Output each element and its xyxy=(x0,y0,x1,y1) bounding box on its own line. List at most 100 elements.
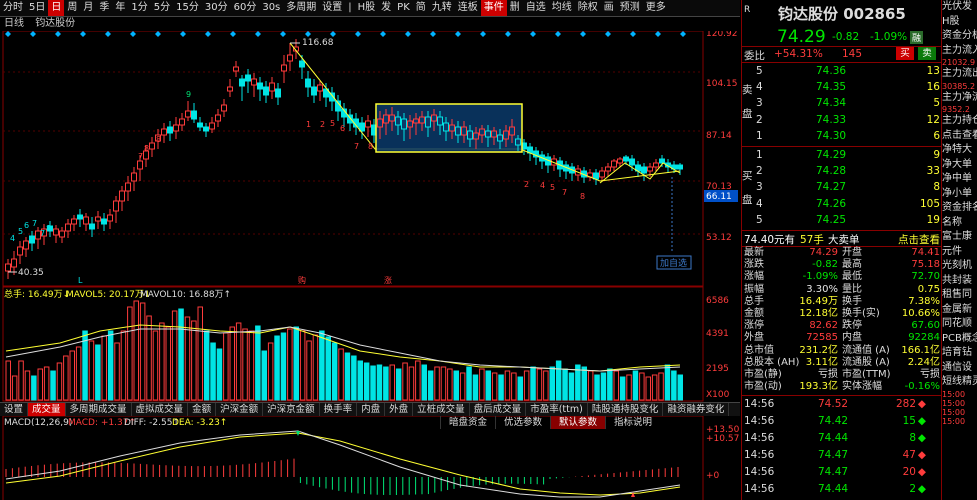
event-diamond-icon[interactable] xyxy=(30,31,36,37)
tab-4[interactable]: 金额 xyxy=(188,403,217,416)
side-strip-item[interactable]: 净特大 xyxy=(942,143,977,158)
event-diamond-icon[interactable] xyxy=(405,31,411,37)
event-diamond-icon[interactable] xyxy=(280,31,286,37)
toolbar-item-13[interactable]: 多周期 xyxy=(283,0,319,16)
side-strip-item[interactable]: 30385.2 xyxy=(942,82,977,91)
param-tab-1[interactable]: 优选参数 xyxy=(495,416,550,429)
side-strip-item[interactable]: 光伏发 xyxy=(942,0,977,15)
side-strip-item[interactable]: 金属新 xyxy=(942,303,977,318)
toolbar-item-29[interactable]: 更多 xyxy=(643,0,669,16)
event-marker[interactable]: 涨 xyxy=(384,275,392,285)
side-strip-item[interactable]: 净小单 xyxy=(942,187,977,202)
toolbar-item-6[interactable]: 年 xyxy=(112,0,128,16)
tab-3[interactable]: 虚拟成交量 xyxy=(132,403,189,416)
side-strip-item[interactable]: 15:00 xyxy=(942,390,977,399)
toolbar-item-18[interactable]: PK xyxy=(394,0,413,16)
tab-6[interactable]: 沪深京金额 xyxy=(263,403,320,416)
toolbar-item-27[interactable]: 画 xyxy=(601,0,617,16)
event-diamond-icon[interactable] xyxy=(505,31,511,37)
side-strip-item[interactable]: 9352.2 xyxy=(942,105,977,114)
event-diamond-icon[interactable] xyxy=(555,31,561,37)
side-strip-item[interactable]: 资金分析 xyxy=(942,29,977,44)
event-diamond-icon[interactable] xyxy=(80,31,86,37)
side-strip-item[interactable]: 主力净流 xyxy=(942,91,977,106)
toolbar-item-1[interactable]: 5日 xyxy=(26,0,48,16)
event-diamond-icon[interactable] xyxy=(130,31,136,37)
toolbar-item-7[interactable]: 1分 xyxy=(128,0,150,16)
tab-9[interactable]: 外盘 xyxy=(385,403,414,416)
toolbar-item-5[interactable]: 季 xyxy=(96,0,112,16)
side-strip-item[interactable]: 21032.9 xyxy=(942,58,977,67)
tab-2[interactable]: 多周期成交量 xyxy=(66,403,132,416)
toolbar-item-25[interactable]: 均线 xyxy=(549,0,575,16)
side-strip-item[interactable]: H股 xyxy=(942,15,977,30)
side-strip-item[interactable]: 租售同 xyxy=(942,288,977,303)
side-strip-item[interactable]: 资金排名 xyxy=(942,201,977,216)
event-diamond-icon[interactable] xyxy=(230,31,236,37)
toolbar-item-3[interactable]: 周 xyxy=(64,0,80,16)
tab-11[interactable]: 盘后成交量 xyxy=(470,403,527,416)
toolbar-item-22[interactable]: 事件 xyxy=(480,0,507,16)
toolbar-item-12[interactable]: 30s xyxy=(259,0,283,16)
toolbar-item-28[interactable]: 预测 xyxy=(617,0,643,16)
side-strip-item[interactable]: 净中单 xyxy=(942,172,977,187)
toolbar-item-21[interactable]: 连板 xyxy=(455,0,481,16)
tab-14[interactable]: 融资融券变化 xyxy=(663,403,730,416)
event-diamond-icon[interactable] xyxy=(605,31,611,37)
toolbar-item-15[interactable]: | xyxy=(345,0,354,16)
toolbar-item-4[interactable]: 月 xyxy=(80,0,96,16)
side-strip-item[interactable]: PCB概念 xyxy=(942,332,977,347)
toolbar-item-11[interactable]: 60分 xyxy=(231,0,260,16)
side-strip-item[interactable]: 15:00 xyxy=(942,417,977,426)
side-strip-item[interactable]: 通信设 xyxy=(942,361,977,376)
add-watch-button[interactable]: 加自选 xyxy=(656,255,692,270)
event-diamond-icon[interactable] xyxy=(630,31,636,37)
side-strip-item[interactable]: 主力持仓 xyxy=(942,114,977,129)
event-marker[interactable]: 购 xyxy=(298,275,306,285)
side-strip-item[interactable]: 元件 xyxy=(942,245,977,260)
event-diamond-icon[interactable] xyxy=(55,31,61,37)
sell-button[interactable]: 卖 xyxy=(918,47,936,60)
big-order-link[interactable]: 点击查看 xyxy=(898,232,940,247)
event-diamond-icon[interactable] xyxy=(255,31,261,37)
event-diamond-icon[interactable] xyxy=(380,31,386,37)
toolbar-item-23[interactable]: 删 xyxy=(507,0,523,16)
tab-7[interactable]: 换手率 xyxy=(320,403,358,416)
side-strip-item[interactable]: 15:00 xyxy=(942,408,977,417)
toolbar-item-17[interactable]: 发 xyxy=(378,0,394,16)
event-diamond-icon[interactable] xyxy=(680,31,686,37)
event-diamond-icon[interactable] xyxy=(305,31,311,37)
param-tab-0[interactable]: 暗盘资金 xyxy=(440,416,495,429)
toolbar-item-9[interactable]: 15分 xyxy=(173,0,202,16)
event-marker[interactable]: L xyxy=(78,276,83,285)
kline-chart[interactable]: 120.92104.1587.1470.1353.1266.11116.6840… xyxy=(0,31,740,500)
event-diamond-icon[interactable] xyxy=(180,31,186,37)
side-strip-item[interactable]: 富士康 xyxy=(942,230,977,245)
event-diamond-icon[interactable] xyxy=(655,31,661,37)
event-diamond-icon[interactable] xyxy=(530,31,536,37)
side-strip-item[interactable]: 名称 xyxy=(942,216,977,231)
side-strip-item[interactable]: 主力流入 xyxy=(942,44,977,59)
tab-0[interactable]: 设置 xyxy=(0,403,29,416)
side-strip-item[interactable]: 净大单 xyxy=(942,158,977,173)
event-diamond-icon[interactable] xyxy=(330,31,336,37)
buy-button[interactable]: 买 xyxy=(896,47,914,60)
event-diamond-icon[interactable] xyxy=(480,31,486,37)
event-diamond-icon[interactable] xyxy=(455,31,461,37)
toolbar-item-19[interactable]: 简 xyxy=(413,0,429,16)
side-strip-item[interactable]: 主力流出 xyxy=(942,67,977,82)
toolbar-item-20[interactable]: 九转 xyxy=(429,0,455,16)
tab-10[interactable]: 立桩成交量 xyxy=(413,403,470,416)
event-diamond-icon[interactable] xyxy=(355,31,361,37)
tab-5[interactable]: 沪深金额 xyxy=(216,403,264,416)
event-diamond-icon[interactable] xyxy=(5,31,11,37)
toolbar-item-16[interactable]: H股 xyxy=(355,0,379,16)
tab-13[interactable]: 陆股通持股变化 xyxy=(588,403,664,416)
side-strip-item[interactable]: 同花顺 xyxy=(942,317,977,332)
event-diamond-icon[interactable] xyxy=(580,31,586,37)
side-strip-item[interactable]: 光刻机 xyxy=(942,259,977,274)
event-diamond-icon[interactable] xyxy=(430,31,436,37)
toolbar-item-10[interactable]: 30分 xyxy=(202,0,231,16)
event-diamond-icon[interactable] xyxy=(155,31,161,37)
event-diamond-icon[interactable] xyxy=(205,31,211,37)
